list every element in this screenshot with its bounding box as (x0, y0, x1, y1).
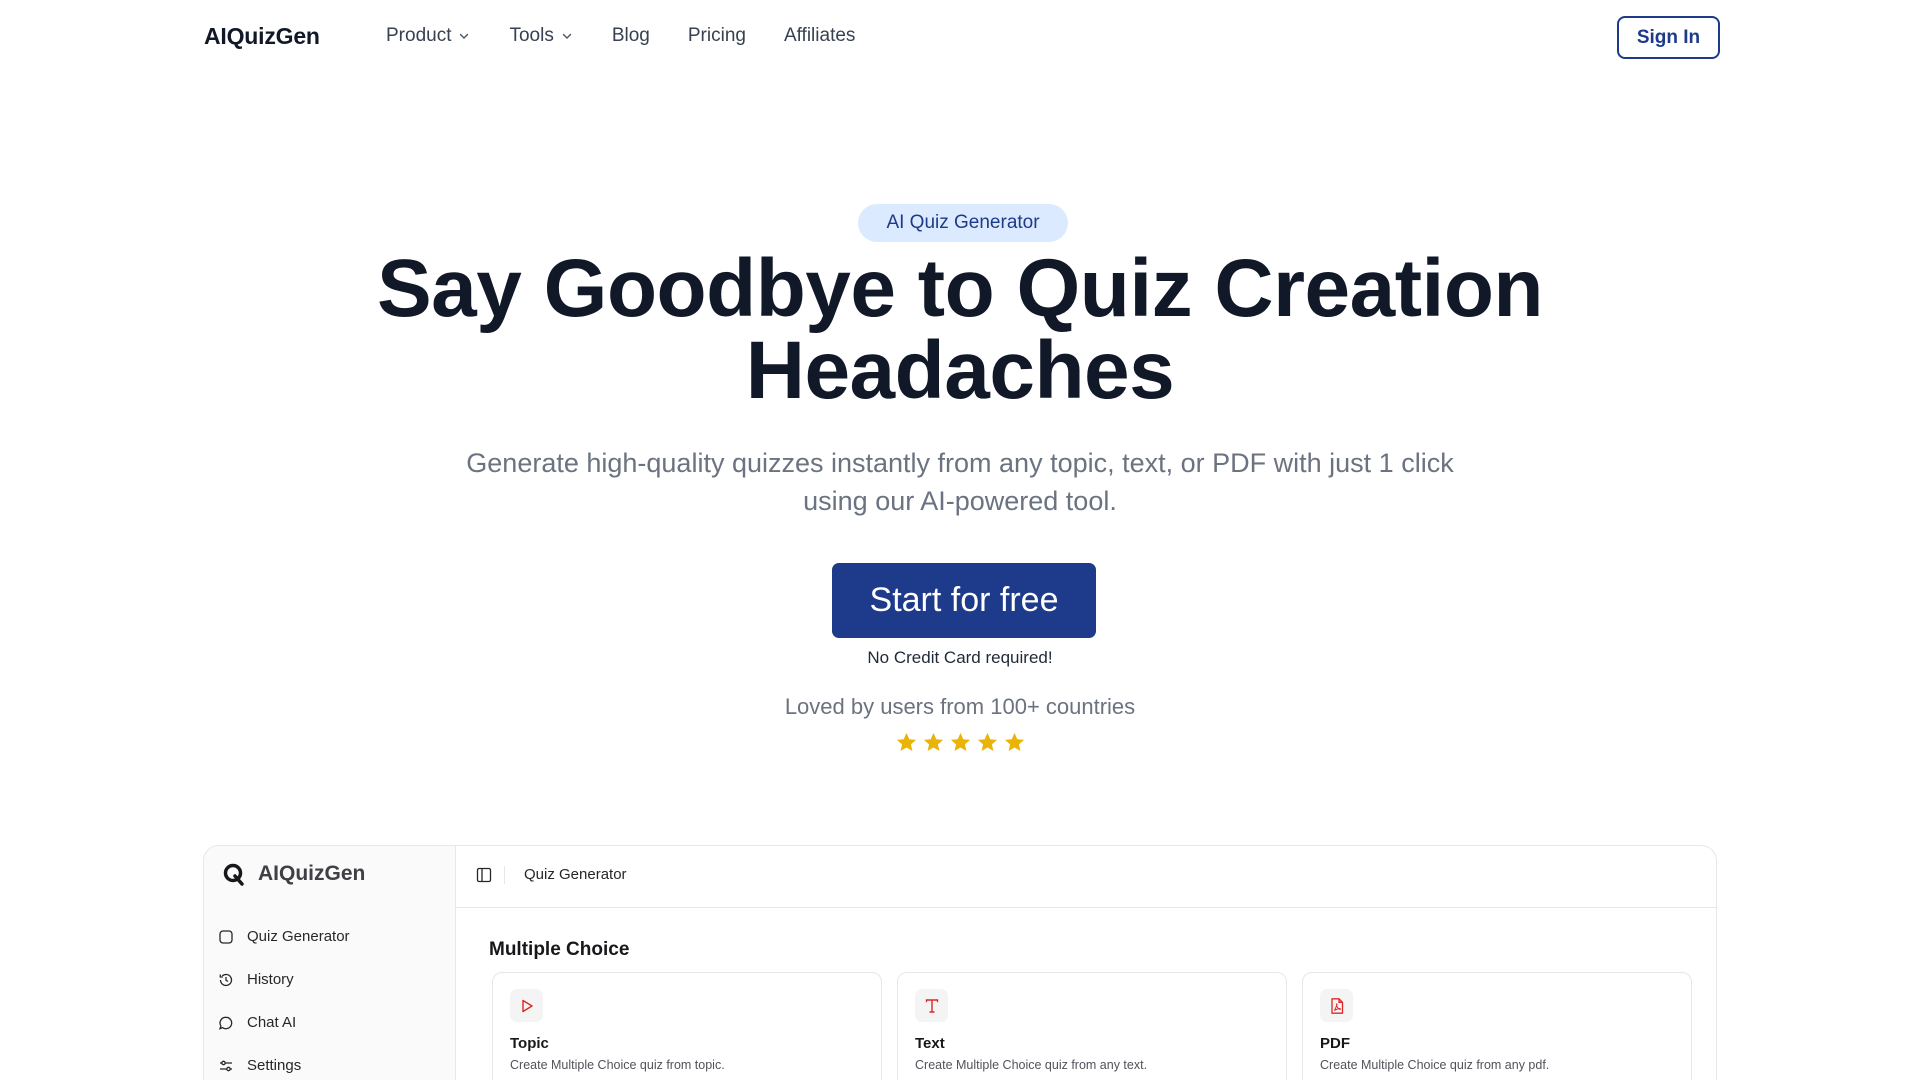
hero-badge: AI Quiz Generator (858, 204, 1068, 242)
card-title: PDF (1320, 1035, 1350, 1052)
nav-affiliates[interactable]: Affiliates (784, 25, 855, 47)
nav-tools-label: Tools (509, 25, 554, 46)
sidebar-item-label: History (247, 971, 294, 988)
chevron-down-icon (460, 33, 469, 39)
rating-stars (895, 731, 1026, 754)
nav-affiliates-label: Affiliates (783, 25, 856, 46)
nav-product-label: Product (386, 25, 452, 46)
sidebar-item-history[interactable]: History (218, 971, 294, 988)
card-icon-box (1320, 989, 1353, 1022)
hero-headline: Say Goodbye to Quiz Creation Headaches (376, 243, 1544, 416)
chat-bubble-icon (218, 1016, 233, 1030)
topbar-divider (504, 866, 505, 884)
card-pdf[interactable]: PDF Create Multiple Choice quiz from any… (1302, 972, 1692, 1080)
breadcrumb: Quiz Generator (524, 866, 627, 883)
chevron-down-icon (562, 33, 572, 39)
app-preview: AIQuizGen Quiz Generator History Chat AI… (203, 845, 1717, 1080)
square-icon (219, 929, 233, 944)
play-icon (521, 999, 533, 1012)
sidebar-item-quiz-generator[interactable]: Quiz Generator (218, 928, 350, 945)
card-description: Create Multiple Choice quiz from topic. (510, 1058, 725, 1072)
sidebar-item-chat-ai[interactable]: Chat AI (218, 1014, 296, 1031)
preview-logo-text: AIQuizGen (258, 862, 366, 885)
star-icon (896, 732, 917, 752)
preview-sidebar: AIQuizGen Quiz Generator History Chat AI… (204, 846, 456, 1080)
section-title: Multiple Choice (489, 939, 630, 960)
sidebar-item-label: Quiz Generator (247, 928, 350, 945)
top-navigation: AIQuizGen Product Tools Blog Pricing Aff… (0, 0, 1920, 75)
nav-tools[interactable]: Tools (509, 25, 573, 47)
card-icon-box (510, 989, 543, 1022)
star-icon (950, 732, 971, 752)
sidebar-item-label: Chat AI (247, 1014, 297, 1031)
card-title: Text (915, 1035, 945, 1052)
sidebar-item-settings[interactable]: Settings (218, 1057, 301, 1074)
star-icon (977, 732, 998, 752)
nav-blog-label: Blog (611, 25, 650, 46)
main-menu: Product Tools Blog Pricing Affiliates (386, 25, 893, 47)
history-icon (219, 973, 233, 986)
card-text[interactable]: Text Create Multiple Choice quiz from an… (897, 972, 1287, 1080)
preview-logo[interactable]: AIQuizGen (222, 862, 365, 886)
hero-subheadline: Generate high-quality quizzes instantly … (466, 448, 1454, 516)
sidebar-item-label: Settings (247, 1057, 302, 1074)
nav-pricing-label: Pricing (687, 25, 746, 46)
social-proof-text: Loved by users from 100+ countries (784, 694, 1136, 719)
text-t-icon (925, 998, 938, 1013)
card-description: Create Multiple Choice quiz from any tex… (915, 1058, 1148, 1072)
start-for-free-button[interactable]: Start for free (832, 563, 1096, 638)
star-icon (923, 732, 944, 752)
card-icon-box (915, 989, 948, 1022)
no-credit-card-note: No Credit Card required! (867, 648, 1053, 667)
card-topic[interactable]: Topic Create Multiple Choice quiz from t… (492, 972, 882, 1080)
sidebar-toggle-icon[interactable] (476, 867, 492, 883)
sliders-icon (220, 1060, 232, 1071)
star-icon (1004, 732, 1025, 752)
site-logo[interactable]: AIQuizGen (204, 23, 320, 50)
nav-blog[interactable]: Blog (612, 25, 650, 47)
quiz-logo-icon (223, 863, 244, 886)
card-description: Create Multiple Choice quiz from any pdf… (1320, 1058, 1550, 1072)
preview-topbar: Quiz Generator (456, 846, 1716, 908)
card-title: Topic (510, 1035, 549, 1052)
sign-in-button[interactable]: Sign In (1617, 16, 1720, 59)
pdf-icon (1330, 997, 1343, 1014)
nav-product[interactable]: Product (386, 25, 471, 47)
nav-pricing[interactable]: Pricing (688, 25, 746, 47)
